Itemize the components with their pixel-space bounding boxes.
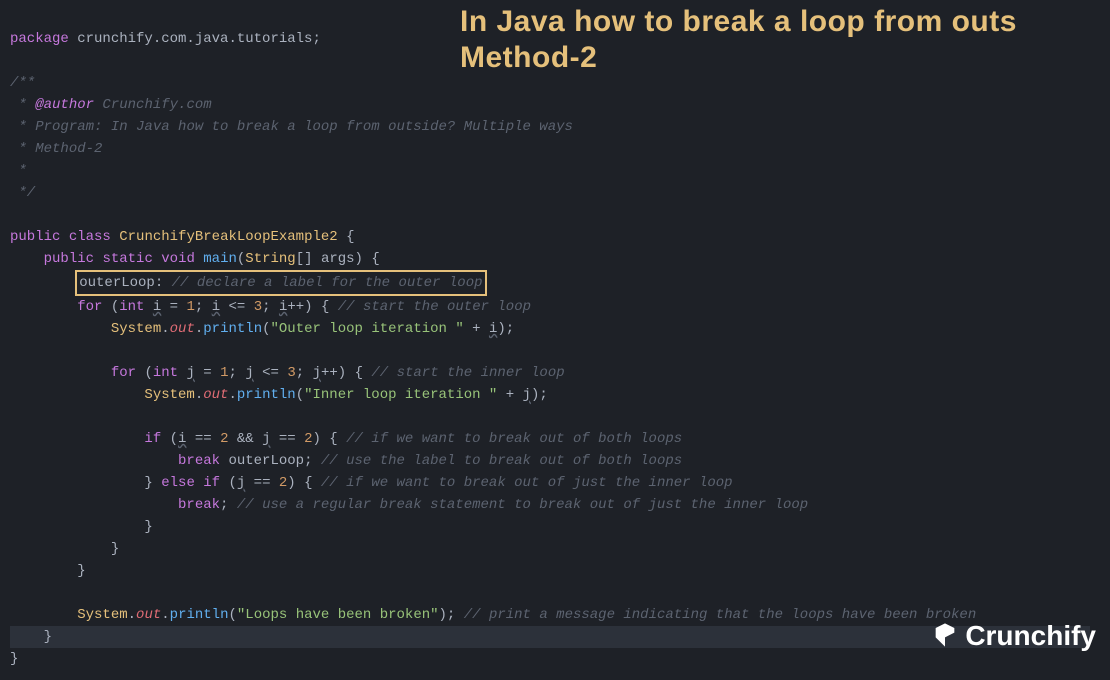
num-2: 2 xyxy=(304,431,312,447)
brand-text: Crunchify xyxy=(965,625,1096,647)
comment-outer: // start the outer loop xyxy=(338,299,531,315)
num-2: 2 xyxy=(220,431,228,447)
type-string: String xyxy=(245,251,295,267)
doc-star: * xyxy=(10,119,35,135)
var-i: i xyxy=(153,299,161,315)
label-outer: outerLoop: xyxy=(79,275,163,291)
field-out: out xyxy=(136,607,161,623)
label-ref: outerLoop xyxy=(228,453,304,469)
keyword-for: for xyxy=(111,365,136,381)
num-3: 3 xyxy=(287,365,295,381)
brand-icon xyxy=(931,621,959,651)
string-broken: "Loops have been broken" xyxy=(237,607,439,623)
comment-use-label: // use the label to break out of both lo… xyxy=(321,453,682,469)
var-j: j xyxy=(186,365,194,381)
comment-label: // declare a label for the outer loop xyxy=(172,275,483,291)
keyword-void: void xyxy=(161,251,195,267)
field-out: out xyxy=(203,387,228,403)
method-println: println xyxy=(170,607,229,623)
string-outer: "Outer loop iteration " xyxy=(271,321,464,337)
doc-author-val: Crunchify.com xyxy=(94,97,212,113)
caret-line-highlight: } xyxy=(10,626,1090,648)
keyword-public: public xyxy=(44,251,94,267)
doc-author-tag: @author xyxy=(35,97,94,113)
keyword-int: int xyxy=(153,365,178,381)
var-j: j xyxy=(262,431,270,447)
brand-logo: Crunchify xyxy=(931,621,1096,651)
keyword-package: package xyxy=(10,31,69,47)
method-println: println xyxy=(237,387,296,403)
comment-broken: // print a message indicating that the l… xyxy=(464,607,976,623)
doc-open: /** xyxy=(10,75,35,91)
keyword-int: int xyxy=(119,299,144,315)
method-println: println xyxy=(203,321,262,337)
highlighted-label-box: outerLoop: // declare a label for the ou… xyxy=(75,270,486,296)
doc-star: * xyxy=(10,163,27,179)
keyword-if: if xyxy=(203,475,220,491)
keyword-public: public xyxy=(10,229,60,245)
var-i: i xyxy=(489,321,497,337)
var-j: j xyxy=(313,365,321,381)
class-system: System xyxy=(111,321,161,337)
var-i: i xyxy=(212,299,220,315)
field-out: out xyxy=(170,321,195,337)
var-i: i xyxy=(178,431,186,447)
num-2: 2 xyxy=(279,475,287,491)
num-1: 1 xyxy=(187,299,195,315)
keyword-if: if xyxy=(144,431,161,447)
string-inner: "Inner loop iteration " xyxy=(304,387,497,403)
comment-just-inner: // if we want to break out of just the i… xyxy=(321,475,733,491)
doc-star: * xyxy=(10,141,35,157)
class-system: System xyxy=(77,607,127,623)
keyword-break: break xyxy=(178,497,220,513)
var-i: i xyxy=(279,299,287,315)
num-3: 3 xyxy=(254,299,262,315)
keyword-class: class xyxy=(69,229,111,245)
var-j: j xyxy=(237,475,245,491)
doc-close: */ xyxy=(10,185,35,201)
code-editor[interactable]: package crunchify.com.java.tutorials; /*… xyxy=(0,0,1110,680)
doc-method: Method-2 xyxy=(35,141,102,157)
method-main: main xyxy=(203,251,237,267)
keyword-static: static xyxy=(102,251,152,267)
keyword-else: else xyxy=(161,475,195,491)
package-name: crunchify.com.java.tutorials; xyxy=(69,31,321,47)
comment-inner: // start the inner loop xyxy=(371,365,564,381)
keyword-break: break xyxy=(178,453,220,469)
num-1: 1 xyxy=(220,365,228,381)
comment-reg-break: // use a regular break statement to brea… xyxy=(237,497,808,513)
doc-star: * xyxy=(10,97,35,113)
class-name: CrunchifyBreakLoopExample2 xyxy=(119,229,337,245)
comment-both: // if we want to break out of both loops xyxy=(346,431,682,447)
var-j: j xyxy=(245,365,253,381)
doc-program: Program: In Java how to break a loop fro… xyxy=(35,119,573,135)
var-j: j xyxy=(523,387,531,403)
keyword-for: for xyxy=(77,299,102,315)
param-args: args xyxy=(321,251,355,267)
class-system: System xyxy=(144,387,194,403)
